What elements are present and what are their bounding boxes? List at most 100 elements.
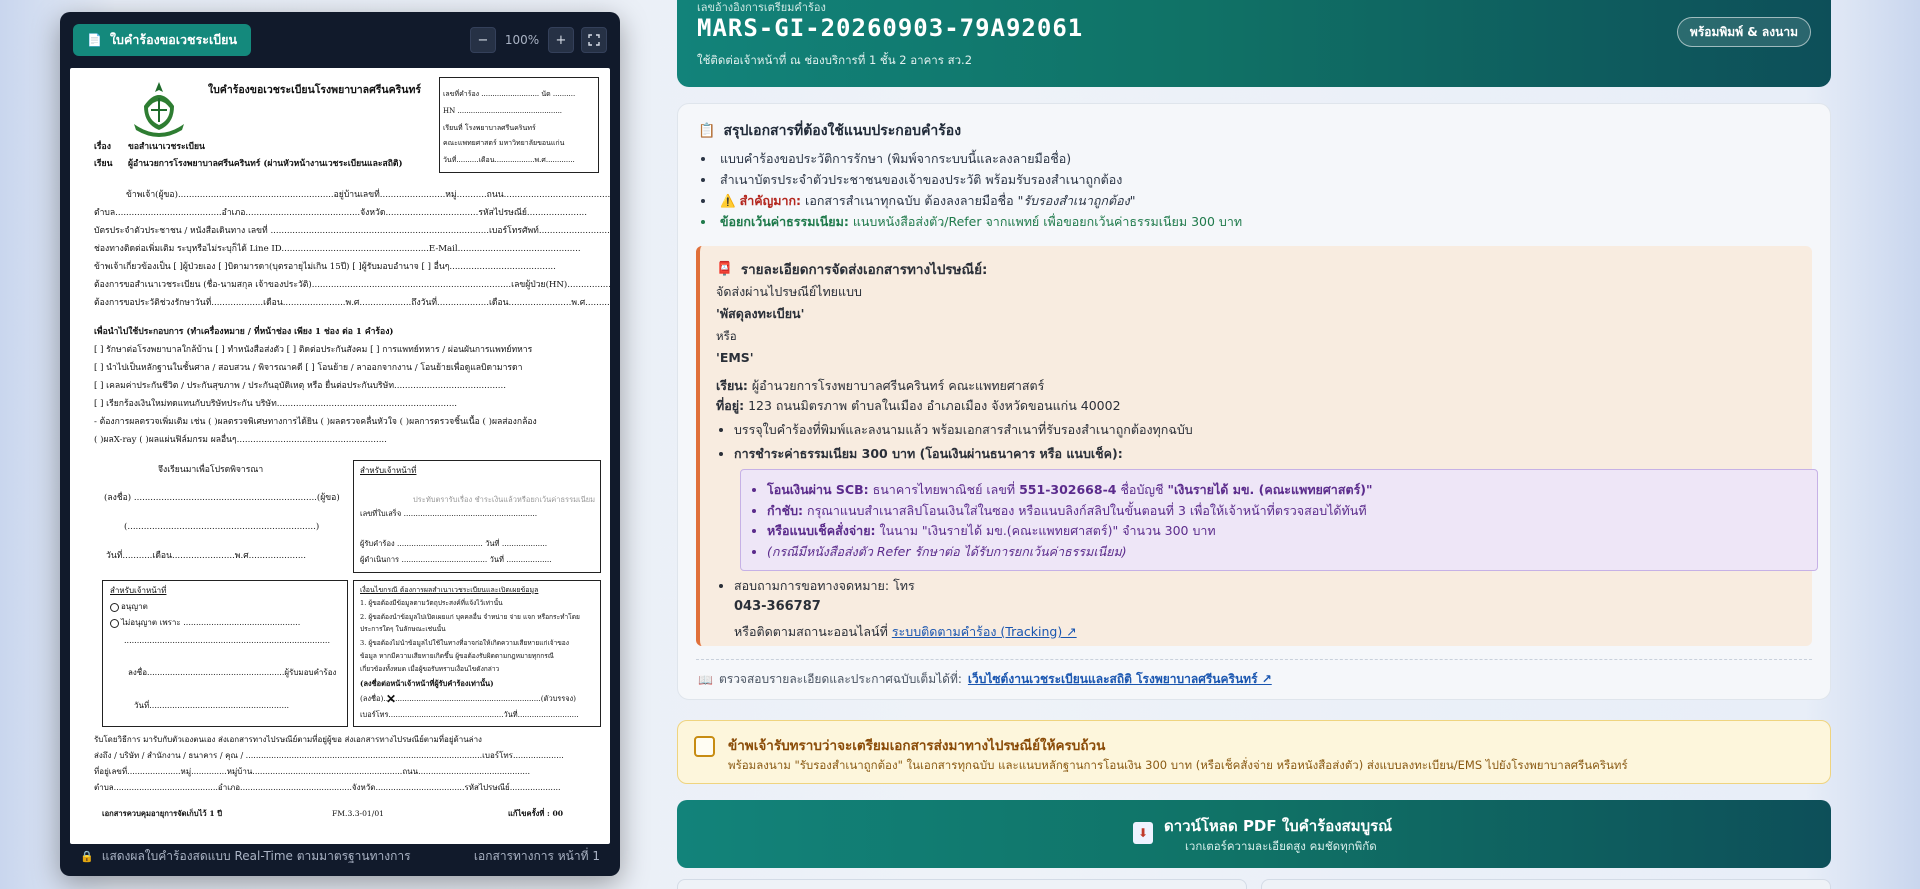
form-subject-label: เรื่อง [94,142,111,152]
print-and-sign-button[interactable]: พร้อมพิมพ์ & ลงนาม [1676,17,1811,47]
list-item: กำชับ: กรุณาแนบสำเนาสลิปโอนเงินใส่ในซอง … [767,501,1373,522]
postal-contact: สอบถามการขอทางจดหมาย: โทร 043-366787 [734,576,915,617]
download-pdf-button[interactable]: ⬇ ดาวน์โหลด PDF ใบคำร้องสมบูรณ์ เวกเตอร์… [677,800,1831,868]
tracking-link[interactable]: ระบบติดตามคำร้อง (Tracking) ↗ [892,624,1077,639]
form-officer-sign: ลงชื่อ..................................… [128,668,337,677]
form-footer-left: เอกสารควบคุมอายุการจัดเก็บไว้ 1 ปี [102,809,223,818]
viewer-footer: 🔒 แสดงผลใบคำร้องสดแบบ Real-Time ตามมาตรฐ… [60,836,620,876]
form-line: ต้องการขอสำเนาเวชระเบียน (ชื่อ-นามสกุล เ… [94,280,610,290]
form-staff-line: ผู้รับคำร้อง ...........................… [360,539,548,548]
acknowledgement-title: ข้าพเจ้ารับทราบว่าจะเตรียมเอกสารส่งมาทาง… [728,738,1106,754]
zoom-out-button[interactable]: − [470,27,496,53]
form-officer-date: วันที่..................................… [134,701,290,710]
postal-or: หรือ [716,329,737,343]
fullscreen-icon [588,34,600,46]
form-conditions-phone: เบอร์โทร................................… [360,710,579,719]
list-item: ⚠️ สำคัญมาก: เอกสารสำเนาทุกฉบับ ต้องลงลา… [716,190,1242,211]
viewer-toolbar: 📄 ใบคำร้องขอเวชระเบียน − 100% + [60,12,620,68]
documents-summary-title: 📋 สรุปเอกสารที่ต้องใช้แนบประกอบคำร้อง [698,123,962,139]
list-item: บรรจุใบคำร้องที่พิมพ์และลงนามแล้ว พร้อมเ… [734,418,1193,442]
form-condition: 2. ผู้ขอต้องนำข้อมูลไปเปิดเผยแก่ บุคคลอื… [360,613,580,621]
form-condition: ข้อมูล หากมีความเสียหายเกิดขึ้น ผู้ขอต้อ… [360,652,554,660]
form-conditions-title: เงื่อนไขกรณี ต้องการผลสำเนาเวชระเบียนและ… [360,586,539,594]
document-badge: 📄 ใบคำร้องขอเวชระเบียน [73,24,252,56]
list-item: การชำระค่าธรรมเนียม 300 บาท (โอนเงินผ่าน… [734,442,1193,466]
form-condition: 1. ผู้ขอต้องมีข้อมูลตามวัตถุประสงค์ที่แจ… [360,599,503,607]
form-line: ช่องทางติดต่อเพิ่มเติม ระบุหรือไม่ระบุก็… [94,244,581,254]
form-officer-allow: อนุญาต [110,602,148,612]
postal-details-title: 📮 รายละเอียดการจัดส่งเอกสารทางไปรษณีย์: [716,261,988,278]
form-line: ข้าพเจ้า(ผู้ขอ).........................… [126,190,610,200]
form-purpose: - ต้องการผลตรวจเพิ่มเติม เช่น ( )ผลตรวจพ… [94,417,537,427]
divider [696,659,1812,660]
form-staff-note: ประทับตรารับเรื่อง ชำระเงินแล้วหรือยกเว้… [413,495,596,504]
form-address-line: ที่อยู่เลขที่.....................หมู่..… [94,767,530,776]
form-box-line: HN .....................................… [443,107,563,115]
document-badge-label: ใบคำร้องขอเวชระเบียน [109,32,238,47]
form-box-line: คณะแพทยศาสตร์ มหาวิทยาลัยขอนแก่น [443,139,565,147]
hospital-crest-logo [134,82,184,137]
download-pdf-label: ดาวน์โหลด PDF ใบคำร้องสมบูรณ์ [1164,817,1393,835]
form-sign-name: (ลงชื่อ) ...............................… [104,493,340,503]
form-line: ตำบล....................................… [94,208,588,218]
contact-phone: 043-366787 [734,599,821,614]
form-condition: เกี่ยวข้องทั้งหมด เมื่อผู้ขอรับทราบเงื่อ… [360,665,500,673]
warning-icon: ⚠️ [720,193,736,208]
fullscreen-button[interactable] [581,27,607,53]
document-viewer: 📄 ใบคำร้องขอเวชระเบียน − 100% + ใบคำร้อง… [60,12,620,876]
form-purpose: [ ] เคลมค่าประกันชีวิต / ประกันสุขภาพ / … [94,381,506,391]
form-box-line: เรียนที่ โรงพยาบาลศรีนครินทร์ [443,124,536,132]
payment-options-box: โอนเงินผ่าน SCB: ธนาคารไทยพาณิชย์ เลขที่… [740,469,1818,571]
acknowledgement-detail: พร้อมลงนาม "รับรองสำเนาถูกต้อง" ในเอกสาร… [728,758,1628,772]
document-icon: 📄 [87,33,102,47]
form-conditions-sign-title: (ลงชื่อต่อหน้าเจ้าหน้าที่ผู้รับคำร้องเท่… [360,679,494,688]
tracking-line: หรือติดตามสถานะออนไลน์ที่ ระบบติดตามคำร้… [734,624,1077,639]
documents-panel: 📋 สรุปเอกสารที่ต้องใช้แนบประกอบคำร้อง แบ… [677,103,1831,700]
list-item: (กรณีมีหนังสือส่งตัว Refer รักษาต่อ ได้ร… [767,542,1373,563]
form-sign-paren: (.......................................… [124,522,320,532]
postal-option-registered: 'พัสดุลงทะเบียน' [716,306,805,321]
form-officer-title: สำหรับเจ้าหน้าที่ [110,586,167,595]
medical-records-website-link[interactable]: เว็บไซต์งานเวชระเบียนและสถิติ โรงพยาบาลศ… [968,670,1272,689]
form-officer-dots: ........................................… [124,636,330,645]
acknowledgement-checkbox[interactable] [694,736,715,757]
list-item: สอบถามการขอทางจดหมาย: โทร 043-366787 [734,576,915,617]
reference-code: MARS-GI-20260903-79A92061 [697,14,1084,42]
postal-address: ที่อยู่: 123 ถนนมิตรภาพ ตำบลในเมือง อำเภ… [716,398,1121,413]
form-line: ต้องการขอประวัติช่วงรักษาวันที่.........… [94,298,610,308]
reference-header: เลขอ้างอิงการเตรียมคำร้อง MARS-GI-202609… [677,0,1831,87]
list-item: โอนเงินผ่าน SCB: ธนาคารไทยพาณิชย์ เลขที่… [767,480,1373,501]
form-title: ใบคำร้องขอเวชระเบียนโรงพยาบาลศรีนครินทร์ [208,84,421,96]
form-line: บัตรประจำตัวประชาชน / หนังสือเดินทาง เลข… [94,226,610,236]
request-summary-column: เลขอ้างอิงการเตรียมคำร้อง MARS-GI-202609… [677,0,1831,889]
postal-option-ems: 'EMS' [716,350,754,365]
form-sign-intro: จึงเรียนมาเพื่อโปรดพิจารณา [158,465,264,475]
service-location: ใช้ติดต่อเจ้าหน้าที่ ณ ช่องบริการที่ 1 ช… [697,53,973,67]
mailbox-icon: 📮 [716,261,733,277]
download-pdf-sublabel: เวกเตอร์ความละเอียดสูง คมชัดทุกพิกัด [1185,839,1377,853]
form-to: ผู้อำนวยการโรงพยาบาลศรีนครินทร์ (ผ่านหัว… [128,159,403,169]
clipboard-icon: 📋 [698,123,716,139]
zoom-level: 100% [504,33,540,47]
lock-icon: 🔒 [80,849,94,863]
signature-mark-icon: ✕ [386,692,397,706]
zoom-controls: − 100% + [470,27,607,53]
form-condition: ประการใดๆ ในลักษณะเช่นนั้น [360,625,446,633]
postal-recipient: เรียน: ผู้อำนวยการโรงพยาบาลศรีนครินทร์ ค… [716,378,1045,393]
form-purpose-title: เพื่อนำไปใช้ประกอบการ (ทำเครื่องหมาย / ท… [94,327,394,337]
form-line: ข้าพเจ้าเกี่ยวข้องเป็น [ ]ผู้ป่วยเอง [ ]… [94,262,556,272]
form-receive-line: รับโดยวิธีการ มารับกับตัวเองตนเอง ส่งเอก… [94,735,482,744]
form-sign-date: วันที่...........เดือน..................… [106,551,307,561]
zoom-in-button[interactable]: + [548,27,574,53]
form-purpose: [ ] นำไปเป็นหลักฐานในชั้นศาล / สอบสวน / … [94,363,523,373]
postal-instructions: บรรจุใบคำร้องที่พิมพ์และลงนามแล้ว พร้อมเ… [734,418,1193,466]
form-box-line: เลขที่คำร้อง .......................... … [443,90,576,98]
form-to-label: เรียน [94,159,113,169]
next-card-right [1261,879,1831,889]
list-item: แบบคำร้องขอประวัติการรักษา (พิมพ์จากระบบ… [716,148,1242,169]
next-card-left [677,879,1247,889]
form-footer-revision: แก้ไขครั้งที่ : 00 [508,809,564,818]
form-address-line: ส่งถึง / บริษัท / สำนักงาน / ธนาคาร / คุ… [94,751,564,760]
payment-options-list: โอนเงินผ่าน SCB: ธนาคารไทยพาณิชย์ เลขที่… [767,480,1373,562]
form-staff-line: เลขที่ใบเสร็จ ..........................… [360,509,538,518]
